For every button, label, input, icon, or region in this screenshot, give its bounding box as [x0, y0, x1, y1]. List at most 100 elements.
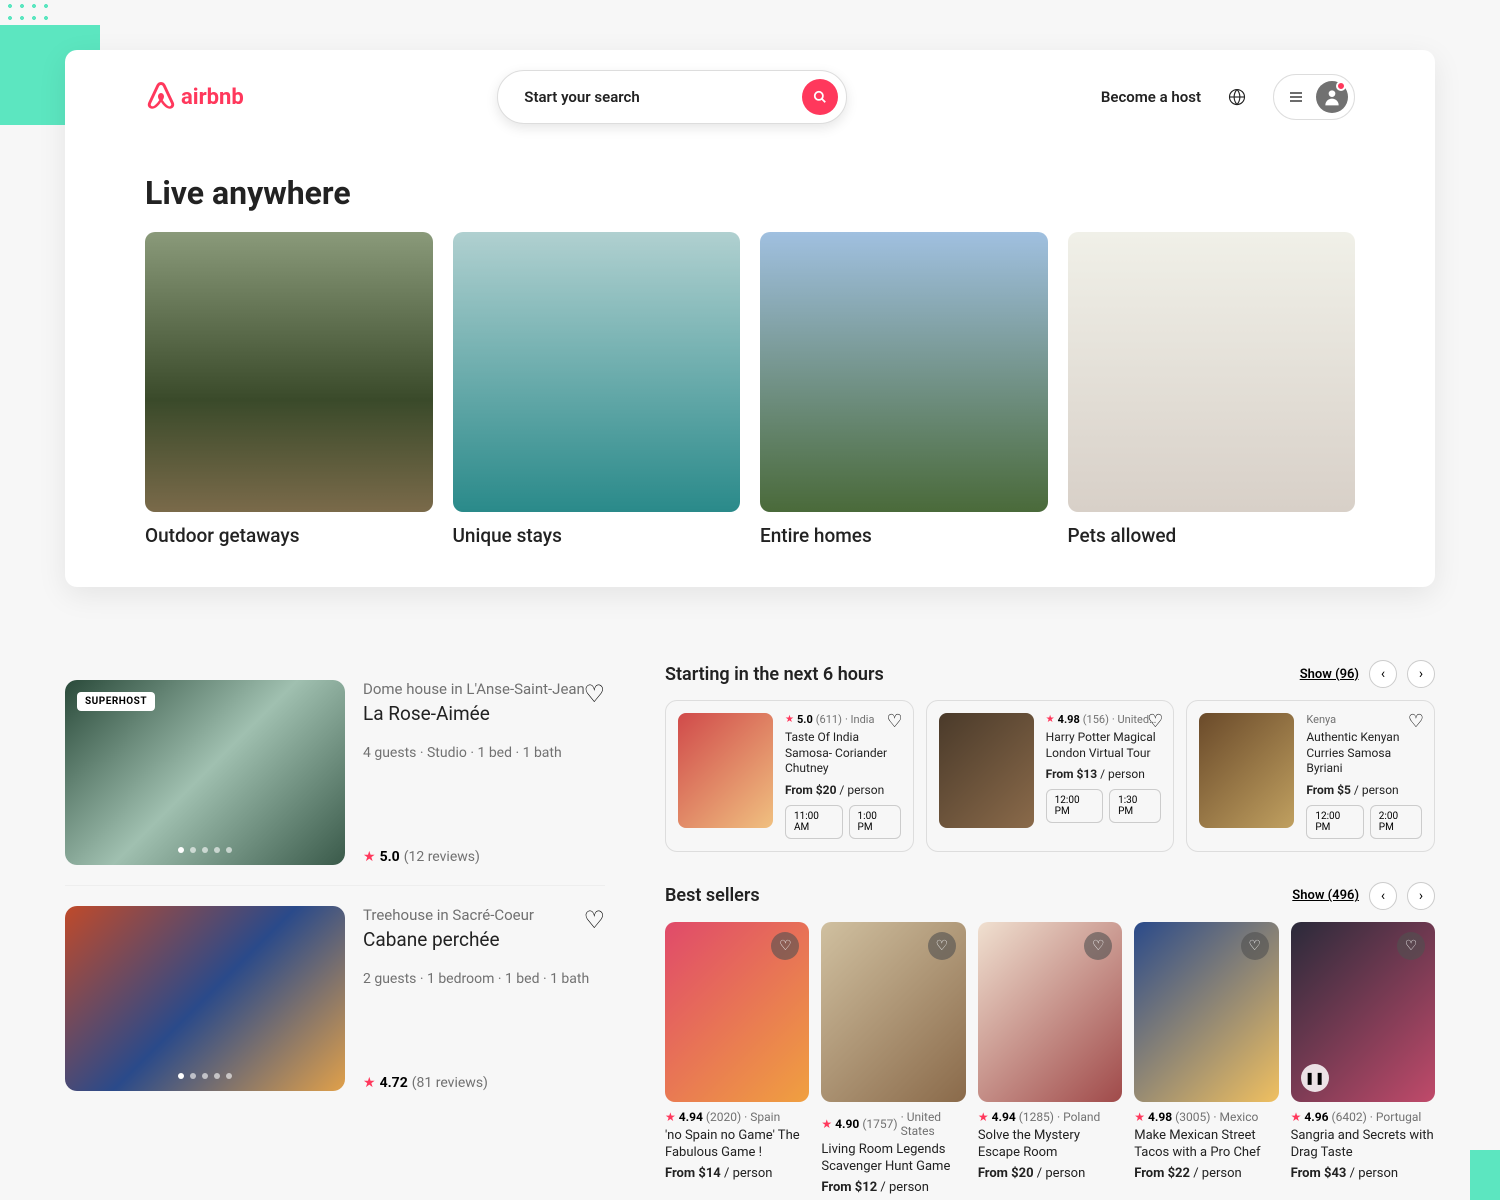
favorite-button[interactable]: ♡: [1241, 932, 1269, 960]
search-button[interactable]: [802, 79, 838, 115]
experience-card[interactable]: ♡ ★4.98(156)· United… Harry Potter Magic…: [926, 700, 1175, 852]
next-button[interactable]: ›: [1407, 882, 1435, 910]
location: · Mexico: [1213, 1110, 1258, 1124]
stay-title: Cabane perchée: [363, 928, 605, 951]
bestsellers-row: ♡ ★4.94 (2020) · Spain 'no Spain no Game…: [665, 922, 1435, 1195]
bestseller-image: ♡: [821, 922, 965, 1102]
price-per: / person: [1097, 767, 1145, 781]
rating-value: 5.0: [797, 713, 813, 726]
experience-body: Kenya Authentic Kenyan Curries Samosa By…: [1306, 713, 1422, 839]
favorite-button[interactable]: ♡: [1397, 932, 1425, 960]
favorite-button[interactable]: ♡: [1147, 711, 1163, 732]
experience-rating: ★5.0(611)· India: [785, 713, 901, 726]
category-image: [1068, 232, 1356, 512]
category-outdoor[interactable]: Outdoor getaways: [145, 232, 433, 547]
bestseller-card[interactable]: ♡ ★4.98 (3005) · Mexico Make Mexican Str…: [1134, 922, 1278, 1195]
favorite-button[interactable]: ♡: [583, 680, 605, 708]
location: · Portugal: [1370, 1110, 1422, 1124]
bestseller-card[interactable]: ♡ ★4.90 (1757) · United States Living Ro…: [821, 922, 965, 1195]
category-image: [760, 232, 1048, 512]
stay-meta: 4 guests · Studio · 1 bed · 1 bath: [363, 745, 605, 761]
location: · Spain: [744, 1110, 780, 1124]
price-per: / person: [877, 1180, 929, 1195]
bestseller-rating: ★4.94 (1285) · Poland: [978, 1110, 1122, 1124]
bestseller-card[interactable]: ♡ ★4.94 (2020) · Spain 'no Spain no Game…: [665, 922, 809, 1195]
header: airbnb Start your search Become a host: [65, 50, 1435, 144]
bestseller-rating: ★4.90 (1757) · United States: [821, 1110, 965, 1138]
stay-subtitle: Dome house in L'Anse-Saint-Jean: [363, 680, 605, 698]
live-anywhere-title: Live anywhere: [65, 144, 1435, 232]
favorite-button[interactable]: ♡: [583, 906, 605, 934]
prev-button[interactable]: ‹: [1369, 660, 1397, 688]
rating-value: 4.90: [835, 1117, 859, 1131]
category-unique[interactable]: Unique stays: [453, 232, 741, 547]
user-menu[interactable]: [1273, 74, 1355, 120]
location: · India: [845, 713, 875, 726]
starting-row: ♡ ★5.0(611)· India Taste Of India Samosa…: [665, 700, 1435, 852]
category-entire[interactable]: Entire homes: [760, 232, 1048, 547]
favorite-button[interactable]: ♡: [1408, 711, 1424, 732]
experience-title: Taste Of India Samosa- Coriander Chutney: [785, 730, 901, 777]
favorite-button[interactable]: ♡: [887, 711, 903, 732]
bestseller-card[interactable]: ♡ ★4.94 (1285) · Poland Solve the Myster…: [978, 922, 1122, 1195]
language-button[interactable]: [1217, 77, 1257, 117]
next-button[interactable]: ›: [1407, 660, 1435, 688]
become-host-link[interactable]: Become a host: [1101, 88, 1201, 106]
brand-logo[interactable]: airbnb: [145, 81, 244, 113]
bestseller-card[interactable]: ♡❚❚ ★4.96 (6402) · Portugal Sangria and …: [1291, 922, 1435, 1195]
prev-button[interactable]: ‹: [1369, 882, 1397, 910]
hamburger-icon: [1288, 89, 1304, 105]
stay-body: ♡ Treehouse in Sacré-Coeur Cabane perché…: [363, 906, 605, 1091]
stay-card[interactable]: SUPERHOST ♡ Dome house in L'Anse-Saint-J…: [65, 660, 605, 886]
review-count: (12 reviews): [404, 849, 480, 865]
bestsellers-header: Best sellers Show (496) ‹ ›: [665, 882, 1435, 910]
bestseller-rating: ★4.98 (3005) · Mexico: [1134, 1110, 1278, 1124]
experience-image: [939, 713, 1034, 828]
star-icon: ★: [821, 1117, 832, 1131]
carousel-dots: [178, 1073, 232, 1079]
price-per: / person: [1346, 1166, 1398, 1181]
location: · United States: [901, 1110, 966, 1138]
experience-image: [678, 713, 773, 828]
star-icon: ★: [1046, 714, 1055, 725]
bestseller-rating: ★4.94 (2020) · Spain: [665, 1110, 809, 1124]
show-all-link[interactable]: Show (496): [1292, 888, 1359, 903]
experience-card[interactable]: ♡ ★5.0(611)· India Taste Of India Samosa…: [665, 700, 914, 852]
star-icon: ★: [978, 1110, 989, 1124]
rating-value: 4.94: [679, 1110, 703, 1124]
search-bar[interactable]: Start your search: [497, 70, 847, 124]
stay-image: SUPERHOST: [65, 680, 345, 865]
star-icon: ★: [665, 1110, 676, 1124]
price-value: From $5: [1306, 783, 1351, 797]
pause-button[interactable]: ❚❚: [1301, 1064, 1329, 1092]
experience-body: ★5.0(611)· India Taste Of India Samosa- …: [785, 713, 901, 839]
price-value: From $13: [1046, 767, 1097, 781]
bestseller-price: From $12 / person: [821, 1180, 965, 1195]
rating-count: (6402): [1332, 1110, 1367, 1124]
decorative-corner: [1470, 1150, 1500, 1200]
favorite-button[interactable]: ♡: [771, 932, 799, 960]
category-pets[interactable]: Pets allowed: [1068, 232, 1356, 547]
time-chip[interactable]: 12:00 PM: [1046, 789, 1103, 823]
favorite-button[interactable]: ♡: [928, 932, 956, 960]
bestseller-title: Make Mexican Street Tacos with a Pro Che…: [1134, 1128, 1278, 1162]
price-per: / person: [1034, 1166, 1086, 1181]
price-per: / person: [721, 1166, 773, 1181]
stay-meta: 2 guests · 1 bedroom · 1 bed · 1 bath: [363, 971, 605, 987]
time-chip[interactable]: 11:00 AM: [785, 805, 843, 839]
time-chip[interactable]: 12:00 PM: [1306, 805, 1363, 839]
bestseller-price: From $22 / person: [1134, 1166, 1278, 1181]
experience-title: Harry Potter Magical London Virtual Tour: [1046, 730, 1162, 761]
experience-card[interactable]: ♡ Kenya Authentic Kenyan Curries Samosa …: [1186, 700, 1435, 852]
location: · Poland: [1057, 1110, 1100, 1124]
bestsellers-section: Best sellers Show (496) ‹ › ♡ ★4.94 (202…: [665, 882, 1435, 1195]
bestsellers-controls: Show (496) ‹ ›: [1292, 882, 1435, 910]
time-chip[interactable]: 1:30 PM: [1109, 789, 1161, 823]
stay-card[interactable]: ♡ Treehouse in Sacré-Coeur Cabane perché…: [65, 886, 605, 1111]
search-icon: [813, 90, 827, 104]
show-all-link[interactable]: Show (96): [1300, 667, 1359, 682]
time-chip[interactable]: 1:00 PM: [849, 805, 901, 839]
price-value: From $14: [665, 1166, 721, 1181]
time-chip[interactable]: 2:00 PM: [1370, 805, 1422, 839]
favorite-button[interactable]: ♡: [1084, 932, 1112, 960]
